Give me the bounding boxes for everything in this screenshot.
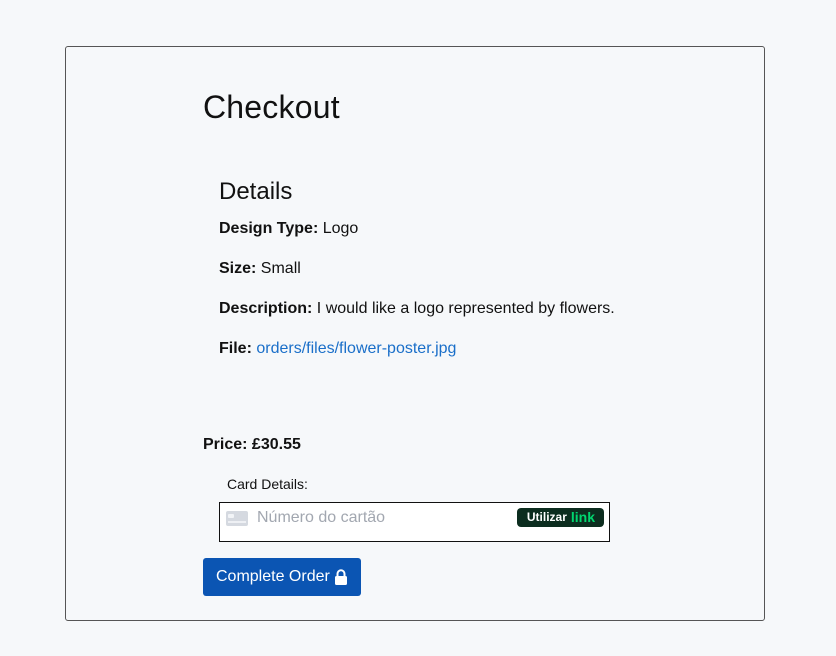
card-number-field[interactable]: Utilizar link: [219, 502, 610, 542]
size-label: Size:: [219, 260, 257, 277]
checkout-card: Checkout Details Design Type: Logo Size:…: [65, 46, 765, 621]
size-value: Small: [260, 260, 301, 277]
file-link[interactable]: orders/files/flower-poster.jpg: [256, 340, 456, 357]
design-type-value: Logo: [322, 220, 359, 237]
design-type-label: Design Type:: [219, 220, 319, 237]
link-autofill-button[interactable]: Utilizar link: [516, 508, 604, 527]
card-details-label: Card Details:: [227, 476, 308, 492]
credit-card-icon: [226, 511, 248, 526]
page-title: Checkout: [203, 89, 340, 125]
complete-order-label: Complete Order: [216, 568, 330, 585]
link-badge-prefix: Utilizar: [526, 510, 567, 524]
description-label: Description:: [219, 300, 313, 317]
details-heading: Details: [219, 178, 293, 205]
detail-file: File: orders/files/flower-poster.jpg: [219, 339, 456, 359]
file-label: File:: [219, 340, 252, 357]
description-value: I would like a logo represented by flowe…: [316, 300, 615, 317]
price-label: Price:: [203, 436, 248, 453]
card-number-input[interactable]: [257, 508, 497, 528]
price-value: £30.55: [251, 436, 301, 453]
complete-order-button[interactable]: Complete Order: [203, 558, 361, 596]
detail-design-type: Design Type: Logo: [219, 219, 358, 239]
detail-description: Description: I would like a logo represe…: [219, 299, 615, 319]
price: Price: £30.55: [203, 435, 301, 455]
detail-size: Size: Small: [219, 259, 301, 279]
link-badge-word: link: [570, 509, 595, 525]
lock-icon: [334, 569, 347, 585]
